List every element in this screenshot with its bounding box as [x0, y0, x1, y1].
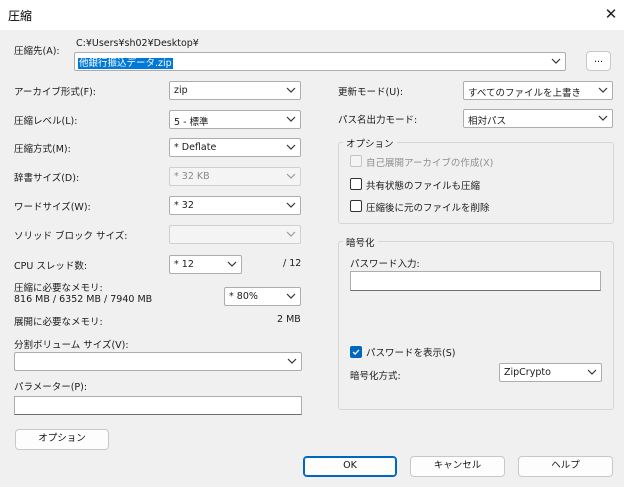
- update-mode-combo[interactable]: すべてのファイルを上書き: [463, 81, 613, 100]
- destination-filename: 他銀行振込データ.zip: [78, 58, 173, 69]
- chevron-down-icon: [286, 202, 296, 208]
- level-value: 5 - 標準: [174, 117, 209, 128]
- path-mode-combo[interactable]: 相対パス: [463, 109, 613, 128]
- delete-checkbox[interactable]: [350, 200, 362, 212]
- chevron-down-icon: [286, 231, 296, 237]
- options-button[interactable]: オプション: [15, 429, 109, 450]
- memory-value: * 80%: [229, 291, 258, 302]
- memory-detail: 816 MB / 6352 MB / 7940 MB: [14, 294, 153, 305]
- word-combo[interactable]: * 32: [169, 196, 301, 215]
- threads-label: CPU スレッド数:: [14, 261, 88, 272]
- close-button[interactable]: ✕: [600, 3, 622, 25]
- params-label: パラメーター(P):: [14, 382, 88, 393]
- title-bar: [0, 0, 624, 30]
- path-mode-label: パス名出力モード:: [338, 115, 418, 126]
- threads-combo[interactable]: * 12: [169, 255, 242, 274]
- chevron-down-icon: [286, 173, 296, 179]
- update-mode-value: すべてのファイルを上書き: [468, 88, 581, 99]
- show-password-checkbox[interactable]: [350, 346, 362, 358]
- delete-label: 圧縮後に元のファイルを削除: [366, 203, 490, 214]
- memory-combo[interactable]: * 80%: [224, 287, 301, 306]
- decomp-memory-value: 2 MB: [277, 314, 301, 325]
- archive-format-combo[interactable]: zip: [169, 81, 301, 100]
- archive-format-label: アーカイブ形式(F):: [14, 87, 97, 98]
- sfx-label: 自己展開アーカイブの作成(X): [366, 158, 494, 169]
- path-mode-value: 相対パス: [468, 116, 507, 127]
- password-input[interactable]: [350, 271, 601, 291]
- chevron-down-icon: [227, 261, 237, 267]
- archive-format-value: zip: [174, 85, 188, 96]
- level-combo[interactable]: 5 - 標準: [169, 110, 301, 129]
- memory-label: 圧縮に必要なメモリ:: [14, 283, 103, 294]
- level-label: 圧縮レベル(L):: [14, 116, 78, 127]
- checkmark-icon: [352, 349, 360, 356]
- window-title: 圧縮: [8, 9, 33, 23]
- dict-value: * 32 KB: [174, 171, 210, 182]
- chevron-down-icon: [286, 87, 296, 93]
- destination-label: 圧縮先(A):: [14, 46, 60, 57]
- show-password-label: パスワードを表示(S): [366, 348, 456, 359]
- word-label: ワードサイズ(W):: [14, 202, 91, 213]
- dict-label: 辞書サイズ(D):: [14, 173, 80, 184]
- chevron-down-icon: [598, 115, 608, 121]
- password-label: パスワード入力:: [350, 259, 420, 270]
- destination-path: C:¥Users¥sh02¥Desktop¥: [76, 38, 199, 49]
- sfx-checkbox[interactable]: [350, 155, 362, 167]
- shared-label: 共有状態のファイルも圧縮: [366, 181, 481, 192]
- solid-combo[interactable]: [169, 225, 301, 244]
- method-combo[interactable]: * Deflate: [169, 138, 301, 157]
- chevron-down-icon: [287, 358, 297, 364]
- split-label: 分割ボリューム サイズ(V):: [14, 340, 129, 351]
- decomp-memory-label: 展開に必要なメモリ:: [14, 317, 103, 328]
- solid-label: ソリッド ブロック サイズ:: [14, 231, 128, 242]
- chevron-down-icon: [587, 369, 597, 375]
- cancel-button[interactable]: キャンセル: [410, 456, 505, 477]
- update-mode-label: 更新モード(U):: [338, 87, 404, 98]
- encryption-method-label: 暗号化方式:: [350, 371, 401, 382]
- ok-button[interactable]: OK: [303, 456, 397, 477]
- dict-combo[interactable]: * 32 KB: [169, 167, 301, 186]
- browse-button[interactable]: ...: [586, 51, 611, 71]
- split-combo[interactable]: [14, 352, 302, 371]
- chevron-down-icon: [286, 144, 296, 150]
- params-input[interactable]: [14, 396, 302, 415]
- word-value: * 32: [174, 200, 194, 211]
- method-label: 圧縮方式(M):: [14, 144, 71, 155]
- chevron-down-icon: [286, 293, 296, 299]
- method-value: * Deflate: [174, 142, 217, 153]
- encryption-method-combo[interactable]: ZipCrypto: [499, 363, 602, 382]
- encryption-group-title: 暗号化: [343, 235, 378, 249]
- chevron-down-icon: [598, 87, 608, 93]
- shared-checkbox[interactable]: [350, 178, 362, 190]
- chevron-down-icon: [551, 58, 561, 64]
- threads-total: / 12: [283, 258, 302, 269]
- options-group-title: オプション: [343, 136, 397, 150]
- encryption-method-value: ZipCrypto: [504, 367, 551, 378]
- help-button[interactable]: ヘルプ: [518, 456, 613, 477]
- threads-value: * 12: [174, 259, 194, 270]
- chevron-down-icon: [286, 116, 296, 122]
- destination-combo[interactable]: 他銀行振込データ.zip: [74, 52, 566, 71]
